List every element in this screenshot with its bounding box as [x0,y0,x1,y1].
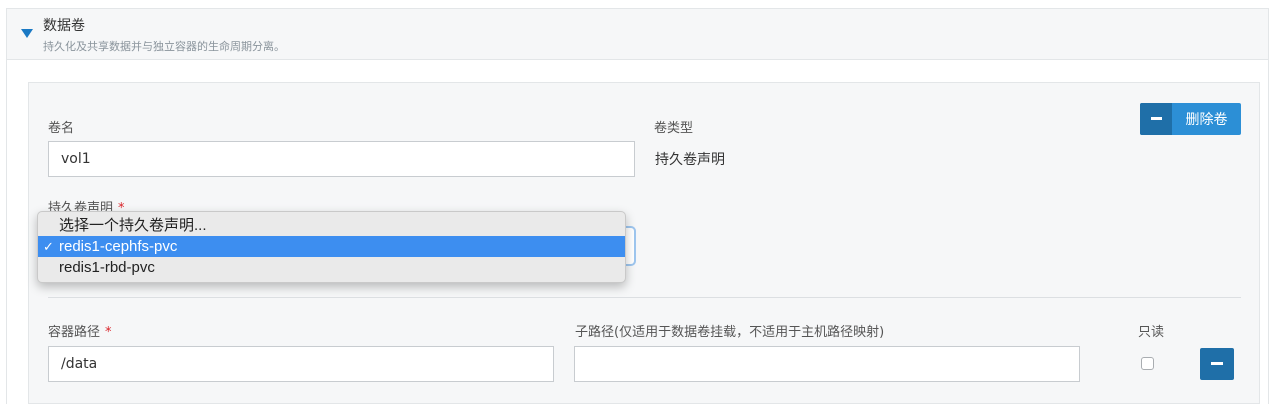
volume-name-label: 卷名 [48,121,75,136]
pvc-dropdown-list: 选择一个持久卷声明... ✓ redis1-cephfs-pvc redis1-r… [37,211,626,283]
subpath-input[interactable] [574,346,1080,382]
left-border [6,60,7,404]
volumes-section-header[interactable]: 数据卷 持久化及共享数据并与独立容器的生命周期分离。 [6,8,1269,60]
readonly-checkbox[interactable] [1141,357,1154,370]
minus-icon [1211,362,1223,365]
right-border [1268,60,1269,404]
section-subtitle: 持久化及共享数据并与独立容器的生命周期分离。 [43,40,285,53]
container-path-input[interactable] [48,346,554,382]
volume-name-input[interactable] [48,141,635,177]
subpath-label: 子路径(仅适用于数据卷挂载，不适用于主机路径映射) [575,325,885,340]
pvc-option-rbd[interactable]: redis1-rbd-pvc [38,257,625,278]
divider [48,297,1241,298]
pvc-option-cephfs[interactable]: ✓ redis1-cephfs-pvc [38,236,625,257]
pvc-option-placeholder[interactable]: 选择一个持久卷声明... [38,215,625,236]
checkmark-icon: ✓ [43,239,54,254]
volume-type-value: 持久卷声明 [655,152,725,168]
readonly-label: 只读 [1138,325,1165,340]
volume-type-label: 卷类型 [654,121,694,136]
delete-volume-button-label: 删除卷 [1185,112,1228,128]
required-mark: * [105,325,112,340]
delete-volume-button[interactable]: 删除卷 [1140,103,1241,135]
section-title: 数据卷 [43,18,85,34]
remove-mount-button[interactable] [1200,348,1234,380]
triangle-down-icon[interactable] [21,29,33,38]
minus-icon [1140,103,1172,135]
container-path-label: 容器路径 * [48,325,112,340]
